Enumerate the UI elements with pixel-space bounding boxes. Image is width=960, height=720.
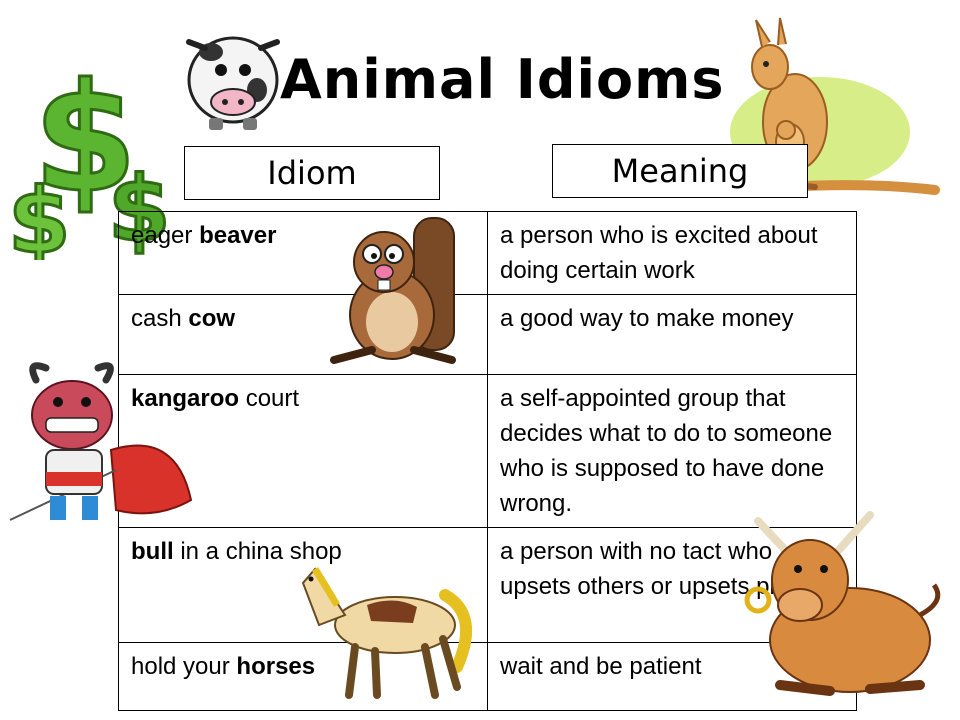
bull-matador-icon — [9, 362, 193, 521]
table-row: cash cow a good way to make money — [118, 294, 857, 375]
table-row: eager beaver a person who is excited abo… — [118, 211, 857, 295]
meaning-cell: a good way to make money — [487, 294, 857, 375]
meaning-column-header: Meaning — [552, 144, 808, 198]
meaning-cell: a person with no tact who upsets others … — [487, 527, 857, 643]
idioms-table: eager beaver a person who is excited abo… — [118, 211, 857, 711]
page-title: Animal Idioms — [280, 48, 725, 111]
idiom-cell: bull in a china shop — [118, 527, 488, 643]
idiom-cell: hold your horses — [118, 642, 488, 711]
cow-icon — [186, 36, 280, 130]
meaning-cell: wait and be patient — [487, 642, 857, 711]
table-row: kangaroo court a self-appointed group th… — [118, 374, 857, 528]
idiom-column-header: Idiom — [184, 146, 440, 200]
table-row: bull in a china shop a person with no ta… — [118, 527, 857, 643]
meaning-cell: a self-appointed group that decides what… — [487, 374, 857, 528]
table-row: hold your horses wait and be patient — [118, 642, 857, 711]
meaning-cell: a person who is excited about doing cert… — [487, 211, 857, 295]
idiom-cell: eager beaver — [118, 211, 488, 295]
svg-text:$: $ — [8, 169, 71, 260]
